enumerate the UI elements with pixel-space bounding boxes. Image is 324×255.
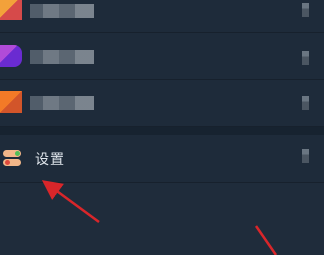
app-avatar-icon: [0, 0, 22, 20]
blurred-item-name: [30, 96, 94, 110]
item-status-indicator: [302, 96, 309, 110]
section-divider: [0, 127, 324, 135]
empty-area: [0, 183, 324, 255]
toggle-on-dot: [15, 151, 20, 156]
blurred-item-name: [30, 4, 94, 18]
item-status-indicator: [302, 3, 309, 17]
app-avatar-icon: [0, 91, 22, 113]
item-status-indicator: [302, 149, 309, 163]
list-item[interactable]: [0, 33, 324, 80]
item-status-indicator: [302, 51, 309, 65]
toggle-off-dot: [5, 160, 10, 165]
app-avatar-icon: [0, 45, 22, 67]
settings-label: 设置: [35, 152, 65, 168]
list-item[interactable]: [0, 80, 324, 127]
list-item[interactable]: [0, 0, 324, 33]
settings-list-item[interactable]: 设置: [0, 135, 324, 183]
toggle-switches-icon: [3, 148, 21, 168]
blurred-item-name: [30, 50, 94, 64]
